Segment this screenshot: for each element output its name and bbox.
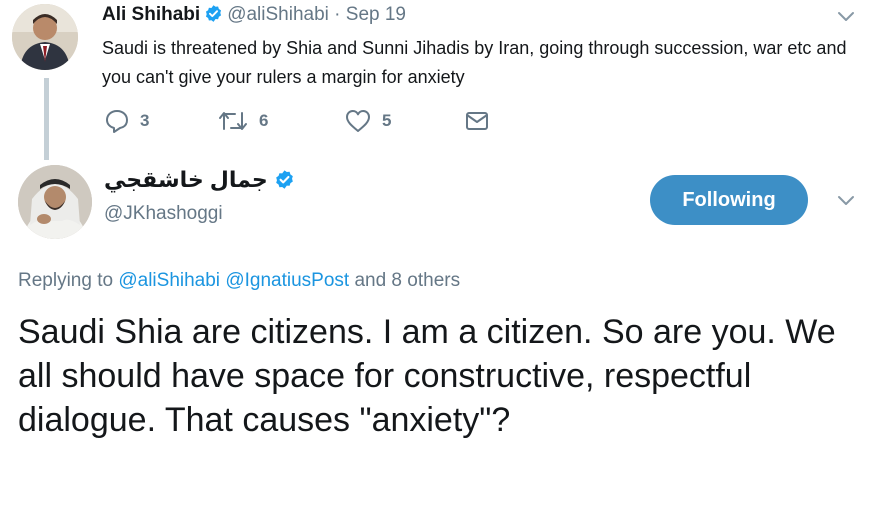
direct-message-icon [466,112,488,130]
avatar-jkhashoggi[interactable] [18,165,92,239]
main-tweet-text: Saudi Shia are citizens. I am a citizen.… [18,313,836,439]
reply-icon [106,110,128,133]
following-button[interactable]: Following [650,175,808,225]
retweet-icon [219,112,247,130]
author-handle[interactable]: @aliShihabi [227,4,329,25]
parent-tweet-text: Saudi is threatened by Shia and Sunni Ji… [102,38,847,87]
like-icon [346,110,370,132]
mention-link[interactable]: @aliShihabi [118,270,220,291]
author-name: جمال خاشقجي [104,164,299,196]
thread-connector-line [44,78,49,160]
author-handle[interactable]: @JKhashoggi [104,201,223,227]
mention-link[interactable]: @IgnatiusPost [225,270,349,291]
author-name[interactable]: Ali Shihabi [102,4,200,25]
retweet-button[interactable]: 6 [217,106,268,136]
like-button[interactable]: 5 [344,106,391,136]
retweet-count: 6 [259,111,269,130]
replying-others[interactable]: and 8 others [354,270,460,291]
replying-to-line: Replying to @aliShihabi @IgnatiusPost an… [18,267,460,295]
chevron-down-icon[interactable] [836,6,856,26]
like-count: 5 [382,111,392,130]
reply-button[interactable]: 3 [104,106,149,136]
replying-prefix: Replying to [18,270,114,291]
verified-badge-icon [206,5,222,22]
author-name-text[interactable]: جمال خاشقجي [104,167,268,192]
chevron-down-icon[interactable] [836,190,856,210]
avatar-ali-shihabi[interactable] [12,4,78,70]
parent-tweet-header: Ali Shihabi @aliShihabi · Sep 19 [102,2,406,28]
direct-message-button[interactable] [464,106,490,136]
reply-count: 3 [140,111,150,130]
tweet-date[interactable]: Sep 19 [346,4,406,25]
verified-badge-icon [275,170,293,189]
header-separator: · [334,4,341,25]
